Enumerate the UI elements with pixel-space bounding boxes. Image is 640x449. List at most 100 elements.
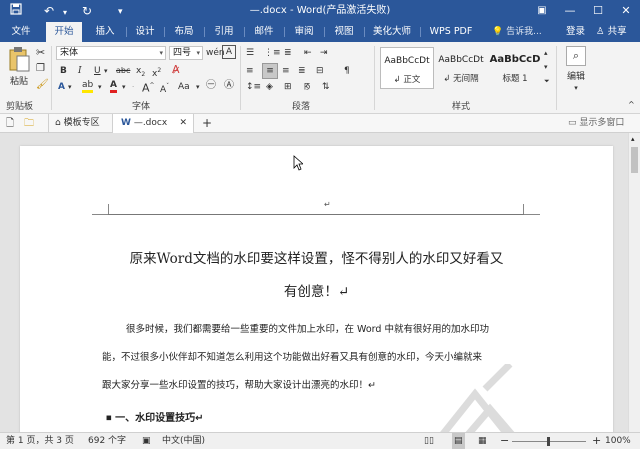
shrink-font-icon[interactable]: Aˇ xyxy=(160,80,169,97)
chinese-layout-icon[interactable]: ꡐ xyxy=(304,80,310,94)
font-color-icon[interactable]: A xyxy=(110,80,117,93)
tab-mailings[interactable]: 邮件 xyxy=(246,22,282,42)
ribbon: 粘贴 ✂ ❐ 🖌 剪贴板 宋体 ▾ 四号 ▾ wén A B I U ▾ abc x… xyxy=(0,42,640,114)
show-marks-icon[interactable]: ¶ xyxy=(344,64,350,78)
zoom-in-icon[interactable]: + xyxy=(592,433,601,449)
clear-format-icon[interactable]: A̷ xyxy=(172,63,180,77)
copy-icon[interactable]: ❐ xyxy=(36,62,45,76)
change-case-dropdown-icon[interactable]: ▾ xyxy=(196,80,200,94)
lightbulb-icon: 💡 xyxy=(492,27,504,37)
new-doc-icon[interactable]: 🗋 xyxy=(6,114,14,133)
styles-scroll-up-icon[interactable]: ▴ xyxy=(544,46,548,60)
person-icon: ♙ xyxy=(596,26,605,37)
bullets-icon[interactable]: ☰ xyxy=(246,46,254,60)
strikethrough-button[interactable]: abc xyxy=(116,64,130,78)
align-left-icon[interactable]: ≡ xyxy=(246,64,254,78)
tab-review[interactable]: 审阅 xyxy=(286,22,322,42)
align-right-icon[interactable]: ≡ xyxy=(282,64,290,78)
text-effect-icon[interactable]: A xyxy=(58,80,65,94)
document-page[interactable]: ↵ 原来Word文档的水印要这样设置，怪不得别人的水印又好看又 有创意！↵ 很多… xyxy=(20,146,613,432)
align-center-icon[interactable]: ≡ xyxy=(262,63,278,79)
char-shading-icon[interactable]: Ⓐ xyxy=(224,79,234,93)
grow-font-icon[interactable]: A^ xyxy=(142,79,155,96)
tab-layout[interactable]: 布局 xyxy=(166,22,202,42)
style-heading-1[interactable]: AaBbCcD 标题 1 xyxy=(488,47,542,89)
word-count[interactable]: 692 个字 xyxy=(88,433,126,449)
scroll-up-icon[interactable]: ▴ xyxy=(631,135,635,143)
tab-template-zone[interactable]: ⌂ 模板专区 xyxy=(48,114,110,133)
multilevel-list-icon[interactable]: ≣ xyxy=(284,46,292,60)
distributed-icon[interactable]: ⊟ xyxy=(316,64,324,78)
shading-icon[interactable]: ◈ xyxy=(266,80,273,94)
highlight-icon[interactable]: ab xyxy=(82,80,94,93)
tab-home[interactable]: 开始 xyxy=(46,22,82,42)
login-link[interactable]: 登录 xyxy=(566,22,585,42)
tab-design[interactable]: 设计 xyxy=(128,22,162,42)
tab-current-doc[interactable]: W —.docx ✕ xyxy=(112,114,194,133)
bold-button[interactable]: B xyxy=(60,64,67,78)
tab-beautify-master[interactable]: 美化大师 xyxy=(366,22,418,42)
section-heading: ■ 一、水印设置技巧↵ xyxy=(106,413,204,424)
share-button[interactable]: ♙ 共享 xyxy=(596,22,627,42)
tab-wps-pdf[interactable]: WPS PDF xyxy=(422,22,480,42)
tell-me-search[interactable]: 💡 告诉我... xyxy=(492,22,542,42)
increase-indent-icon[interactable]: ⇥ xyxy=(320,46,328,60)
tab-insert[interactable]: 插入 xyxy=(88,22,122,42)
print-layout-icon[interactable]: ▤ xyxy=(452,433,465,449)
numbering-icon[interactable]: ⋮≡ xyxy=(264,46,281,60)
tab-file[interactable]: 文件 xyxy=(4,22,38,42)
document-area[interactable]: ↵ 原来Word文档的水印要这样设置，怪不得别人的水印又好看又 有创意！↵ 很多… xyxy=(0,133,628,432)
close-tab-icon[interactable]: ✕ xyxy=(179,114,187,133)
font-size-dropdown[interactable]: 四号 ▾ xyxy=(169,46,203,60)
ribbon-display-icon[interactable]: ▣ xyxy=(528,0,556,22)
text-effect-dropdown-icon[interactable]: ▾ xyxy=(68,80,72,94)
scroll-thumb[interactable] xyxy=(631,147,638,173)
proofing-icon[interactable]: ▣ xyxy=(142,433,151,449)
underline-button[interactable]: U xyxy=(94,64,101,78)
tab-view[interactable]: 视图 xyxy=(326,22,362,42)
paste-icon xyxy=(9,47,30,72)
format-painter-icon[interactable]: 🖌 xyxy=(36,78,49,92)
close-icon[interactable]: ✕ xyxy=(612,0,640,22)
font-name-dropdown[interactable]: 宋体 ▾ xyxy=(56,46,166,60)
italic-button[interactable]: I xyxy=(78,64,82,78)
editing-button[interactable]: ⌕ 编辑 ▾ xyxy=(562,46,590,92)
web-layout-icon[interactable]: ▦ xyxy=(478,433,487,449)
maximize-icon[interactable]: ☐ xyxy=(584,0,612,22)
header-paragraph-mark: ↵ xyxy=(324,200,331,209)
collapse-ribbon-icon[interactable]: ^ xyxy=(628,98,635,112)
underline-dropdown-icon[interactable]: ▾ xyxy=(104,64,108,78)
decrease-indent-icon[interactable]: ⇤ xyxy=(304,46,312,60)
language-status[interactable]: 中文(中国) xyxy=(162,433,205,449)
enclose-char-icon[interactable]: ㊀ xyxy=(206,79,216,93)
header-line xyxy=(108,214,524,215)
font-color-dropdown-icon[interactable]: ▾ xyxy=(122,80,126,94)
borders-icon[interactable]: ⊞ xyxy=(284,80,292,94)
ribbon-tab-bar: 文件 开始 插入 设计 布局 引用 邮件 审阅 视图 美化大师 WPS PDF … xyxy=(0,22,640,42)
phonetic-guide-icon[interactable]: Aa xyxy=(178,80,190,94)
style-normal[interactable]: AaBbCcDt ↲ 正文 xyxy=(380,47,434,89)
add-tab-icon[interactable]: + xyxy=(202,114,212,133)
vertical-scrollbar[interactable]: ▴ xyxy=(628,133,640,432)
highlight-dropdown-icon[interactable]: ▾ xyxy=(98,80,102,94)
styles-scroll-down-icon[interactable]: ▾ xyxy=(544,60,548,74)
tab-references[interactable]: 引用 xyxy=(206,22,242,42)
open-folder-icon[interactable]: 🗀 xyxy=(24,114,34,133)
paste-button[interactable]: 粘贴 xyxy=(6,46,32,88)
zoom-slider-thumb[interactable] xyxy=(547,437,550,446)
cut-icon[interactable]: ✂ xyxy=(36,46,45,60)
page-count[interactable]: 第 1 页，共 3 页 xyxy=(6,433,74,449)
char-border-icon[interactable]: A xyxy=(222,45,236,59)
title-bar: ↶ ▾ ↻ ▾ —.docx - Word(产品激活失败) ▣ — ☐ ✕ xyxy=(0,0,640,22)
minimize-icon[interactable]: — xyxy=(556,0,584,22)
show-multi-window-button[interactable]: ▭ 显示多窗口 xyxy=(568,114,624,133)
justify-icon[interactable]: ≣ xyxy=(298,64,306,78)
sort-icon[interactable]: ⇅ xyxy=(322,80,330,94)
zoom-level[interactable]: 100% xyxy=(605,433,631,449)
style-no-spacing[interactable]: AaBbCcDt ↲ 无间隔 xyxy=(434,47,488,89)
read-mode-icon[interactable]: ▯▯ xyxy=(424,433,434,449)
heading-bullet: ■ xyxy=(106,414,112,422)
zoom-out-icon[interactable]: − xyxy=(500,433,509,449)
styles-more-icon[interactable]: ⏷ xyxy=(544,74,550,88)
line-spacing-icon[interactable]: ↕≡ xyxy=(246,80,261,94)
